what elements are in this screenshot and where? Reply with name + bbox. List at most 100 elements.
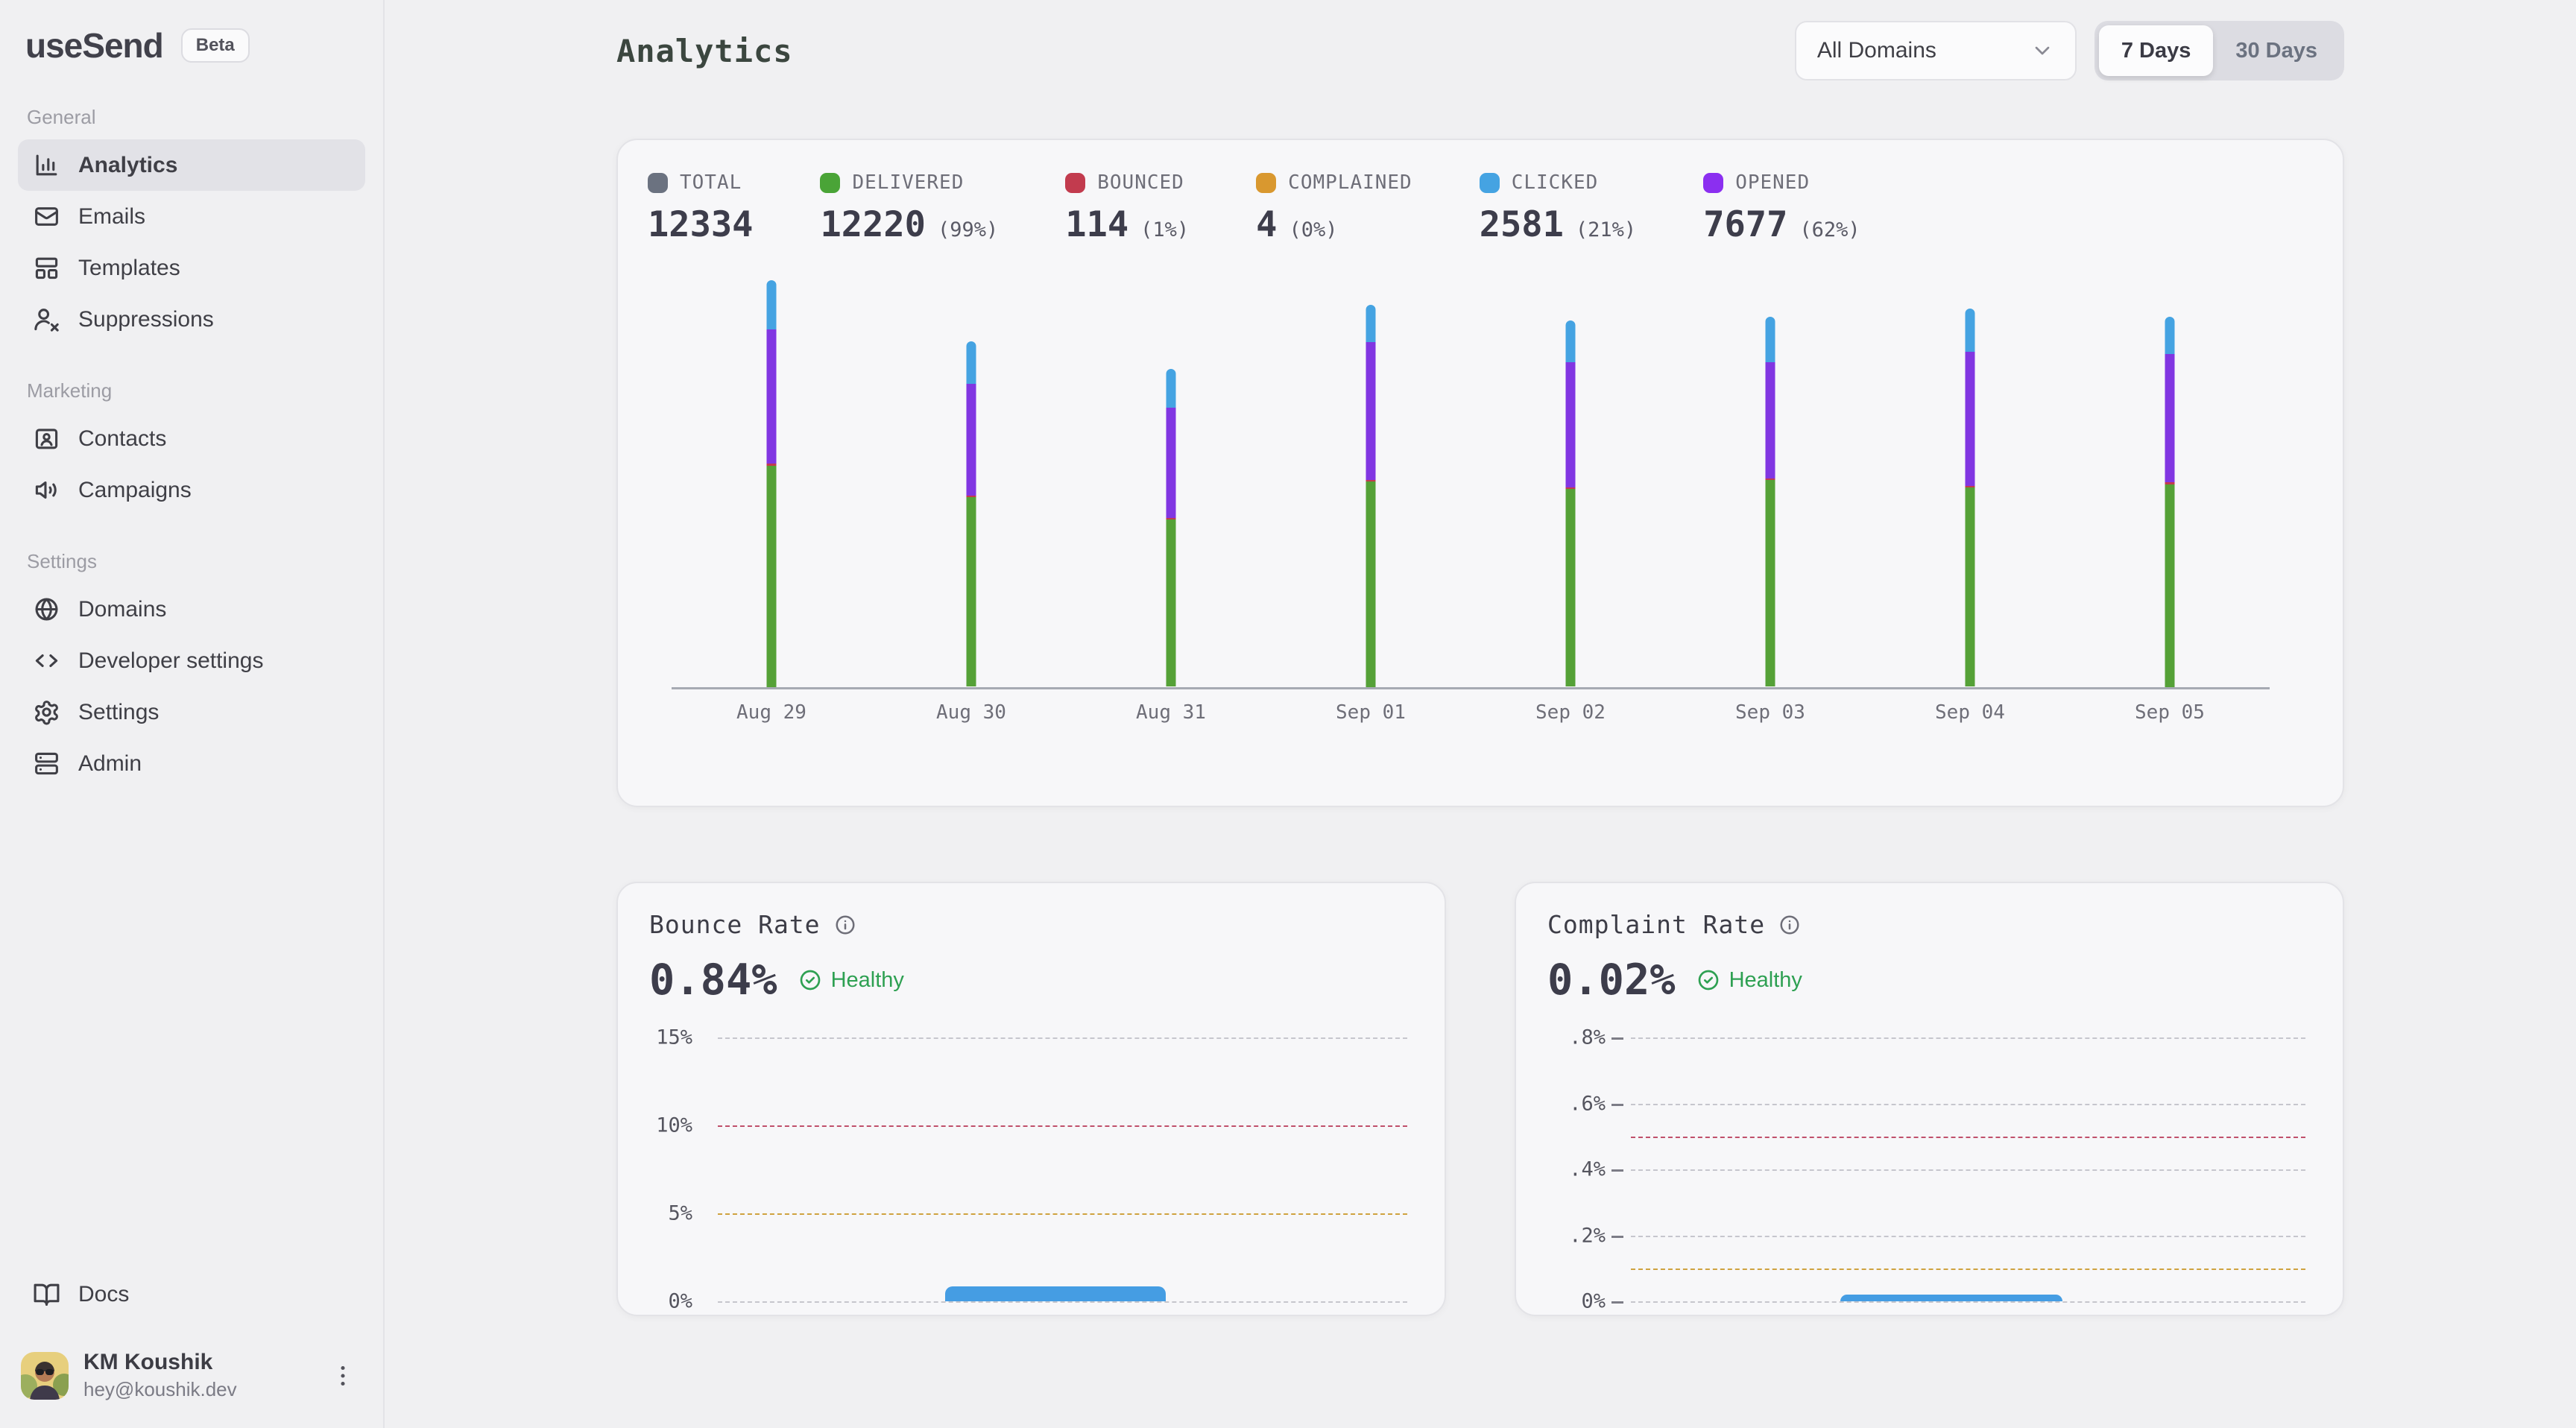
sidebar-item-docs[interactable]: Docs	[18, 1269, 365, 1320]
mail-icon	[33, 203, 60, 230]
sidebar-item-label: Campaigns	[78, 478, 192, 503]
rate-bar[interactable]	[1840, 1295, 2063, 1301]
sidebar-item-domains[interactable]: Domains	[18, 584, 365, 635]
stat-value: 2581	[1480, 204, 1564, 245]
gear-icon	[33, 698, 60, 726]
complaint-rate-chart: .8%.6%.4%.2%0%	[1547, 1037, 2311, 1322]
stat-color-dot	[1065, 173, 1085, 193]
info-icon[interactable]	[834, 914, 856, 936]
domain-filter-select[interactable]: All Domains	[1795, 21, 2077, 80]
kebab-menu-icon[interactable]	[323, 1356, 362, 1395]
sidebar-item-label: Settings	[78, 700, 159, 725]
section-label-general: General	[27, 106, 356, 129]
server-icon	[33, 750, 60, 777]
bounce-rate-value: 0.84%	[649, 955, 777, 1005]
segment-delivered	[967, 497, 976, 686]
stacked-bar-aug-29[interactable]	[767, 280, 777, 687]
x-tick-sep-03: Sep 03	[1670, 701, 1870, 724]
segment-opened	[1566, 362, 1576, 487]
megaphone-icon	[33, 476, 60, 504]
check-circle-icon	[1696, 968, 1720, 992]
stat-label: CLICKED	[1512, 171, 1599, 194]
stat-value: 12334	[648, 204, 753, 245]
segment-opened	[1966, 352, 1975, 486]
stat-value: 12220	[820, 204, 925, 245]
y-tick-mark	[1611, 1236, 1623, 1238]
globe-icon	[33, 595, 60, 623]
segment-clicked	[767, 280, 777, 329]
bar-slot-sep-04	[1870, 272, 2070, 687]
sidebar-item-label: Emails	[78, 204, 145, 230]
sidebar-item-analytics[interactable]: Analytics	[18, 139, 365, 191]
sidebar-item-emails[interactable]: Emails	[18, 191, 365, 242]
templates-icon	[33, 254, 60, 282]
sidebar-item-label: Contacts	[78, 426, 166, 452]
sidebar-item-label: Suppressions	[78, 307, 214, 332]
sidebar-item-label: Admin	[78, 751, 142, 777]
x-tick-sep-04: Sep 04	[1870, 701, 2070, 724]
stat-percent: (21%)	[1576, 218, 1636, 241]
x-axis-labels: Aug 29Aug 30Aug 31Sep 01Sep 02Sep 03Sep …	[648, 701, 2313, 724]
user-row[interactable]: KM Koushik hey@koushik.dev	[18, 1345, 365, 1406]
sidebar-bottom: Docs KM Koushik hey@koushik.dev	[18, 1269, 365, 1406]
sidebar-item-suppressions[interactable]: Suppressions	[18, 294, 365, 345]
segment-delivered	[1966, 487, 1975, 686]
segment-delivered	[1766, 480, 1775, 686]
bar-chart-icon	[33, 151, 60, 179]
stat-label: BOUNCED	[1097, 171, 1184, 194]
complaint-status-label: Healthy	[1729, 968, 1802, 993]
y-tick-label: 0%	[1547, 1290, 1606, 1313]
stacked-bar-sep-04[interactable]	[1966, 309, 1975, 687]
contact-card-icon	[33, 425, 60, 452]
y-tick-label: 10%	[649, 1114, 692, 1137]
stat-color-dot	[820, 173, 840, 193]
stacked-bar-chart	[648, 272, 2313, 689]
user-name: KM Koushik	[83, 1350, 309, 1375]
stat-label: TOTAL	[680, 171, 742, 194]
segment-opened	[1167, 408, 1176, 518]
user-x-icon	[33, 306, 60, 333]
stat-value: 4	[1256, 204, 1277, 245]
sidebar-item-templates[interactable]: Templates	[18, 242, 365, 294]
y-tick-mark	[1611, 1037, 1623, 1040]
complaint-rate-card: Complaint Rate 0.02% Healthy .8%.6%.4%.2…	[1515, 882, 2344, 1316]
date-range-toggle: 7 Days30 Days	[2094, 21, 2344, 80]
stats-row: TOTAL12334DELIVERED12220(99%)BOUNCED114(…	[648, 171, 2313, 245]
stacked-bar-aug-30[interactable]	[967, 341, 976, 687]
bar-slot-aug-30	[871, 272, 1071, 687]
logo-row: useSend Beta	[18, 19, 365, 72]
segment-delivered	[1566, 489, 1576, 686]
stacked-bar-sep-03[interactable]	[1766, 317, 1775, 687]
bounce-status-badge: Healthy	[798, 968, 904, 993]
sidebar-item-contacts[interactable]: Contacts	[18, 413, 365, 464]
sidebar-item-admin[interactable]: Admin	[18, 738, 365, 789]
rate-cards-row: Bounce Rate 0.84% Healthy 15%10%5%0%	[616, 882, 2344, 1316]
stacked-bar-aug-31[interactable]	[1167, 369, 1176, 687]
range-option-7-days[interactable]: 7 Days	[2099, 25, 2214, 76]
rate-bar[interactable]	[945, 1286, 1166, 1301]
bar-slot-sep-01	[1271, 272, 1471, 687]
section-label-settings: Settings	[27, 550, 356, 573]
sidebar-item-settings[interactable]: Settings	[18, 686, 365, 738]
main-content: Analytics All Domains 7 Days30 Days TOTA…	[385, 0, 2576, 1428]
stacked-bar-sep-02[interactable]	[1566, 320, 1576, 687]
stacked-bar-sep-05[interactable]	[2165, 317, 2175, 687]
bar-slot-aug-29	[672, 272, 871, 687]
bounce-rate-title: Bounce Rate	[649, 910, 821, 939]
page-title: Analytics	[616, 33, 793, 69]
stat-value: 7677	[1703, 204, 1787, 245]
stat-color-dot	[1480, 173, 1500, 193]
complaint-status-badge: Healthy	[1696, 968, 1802, 993]
info-icon[interactable]	[1778, 914, 1801, 936]
sidebar-item-developer-settings[interactable]: Developer settings	[18, 635, 365, 686]
stacked-bar-sep-01[interactable]	[1366, 305, 1376, 687]
x-tick-aug-30: Aug 30	[871, 701, 1071, 724]
bounce-status-label: Healthy	[831, 968, 904, 993]
x-tick-sep-01: Sep 01	[1271, 701, 1471, 724]
segment-opened	[967, 384, 976, 496]
docs-label: Docs	[78, 1282, 129, 1307]
y-tick-mark	[1611, 1301, 1623, 1304]
sidebar-item-campaigns[interactable]: Campaigns	[18, 464, 365, 516]
range-option-30-days[interactable]: 30 Days	[2213, 25, 2340, 76]
segment-opened	[1366, 342, 1376, 480]
